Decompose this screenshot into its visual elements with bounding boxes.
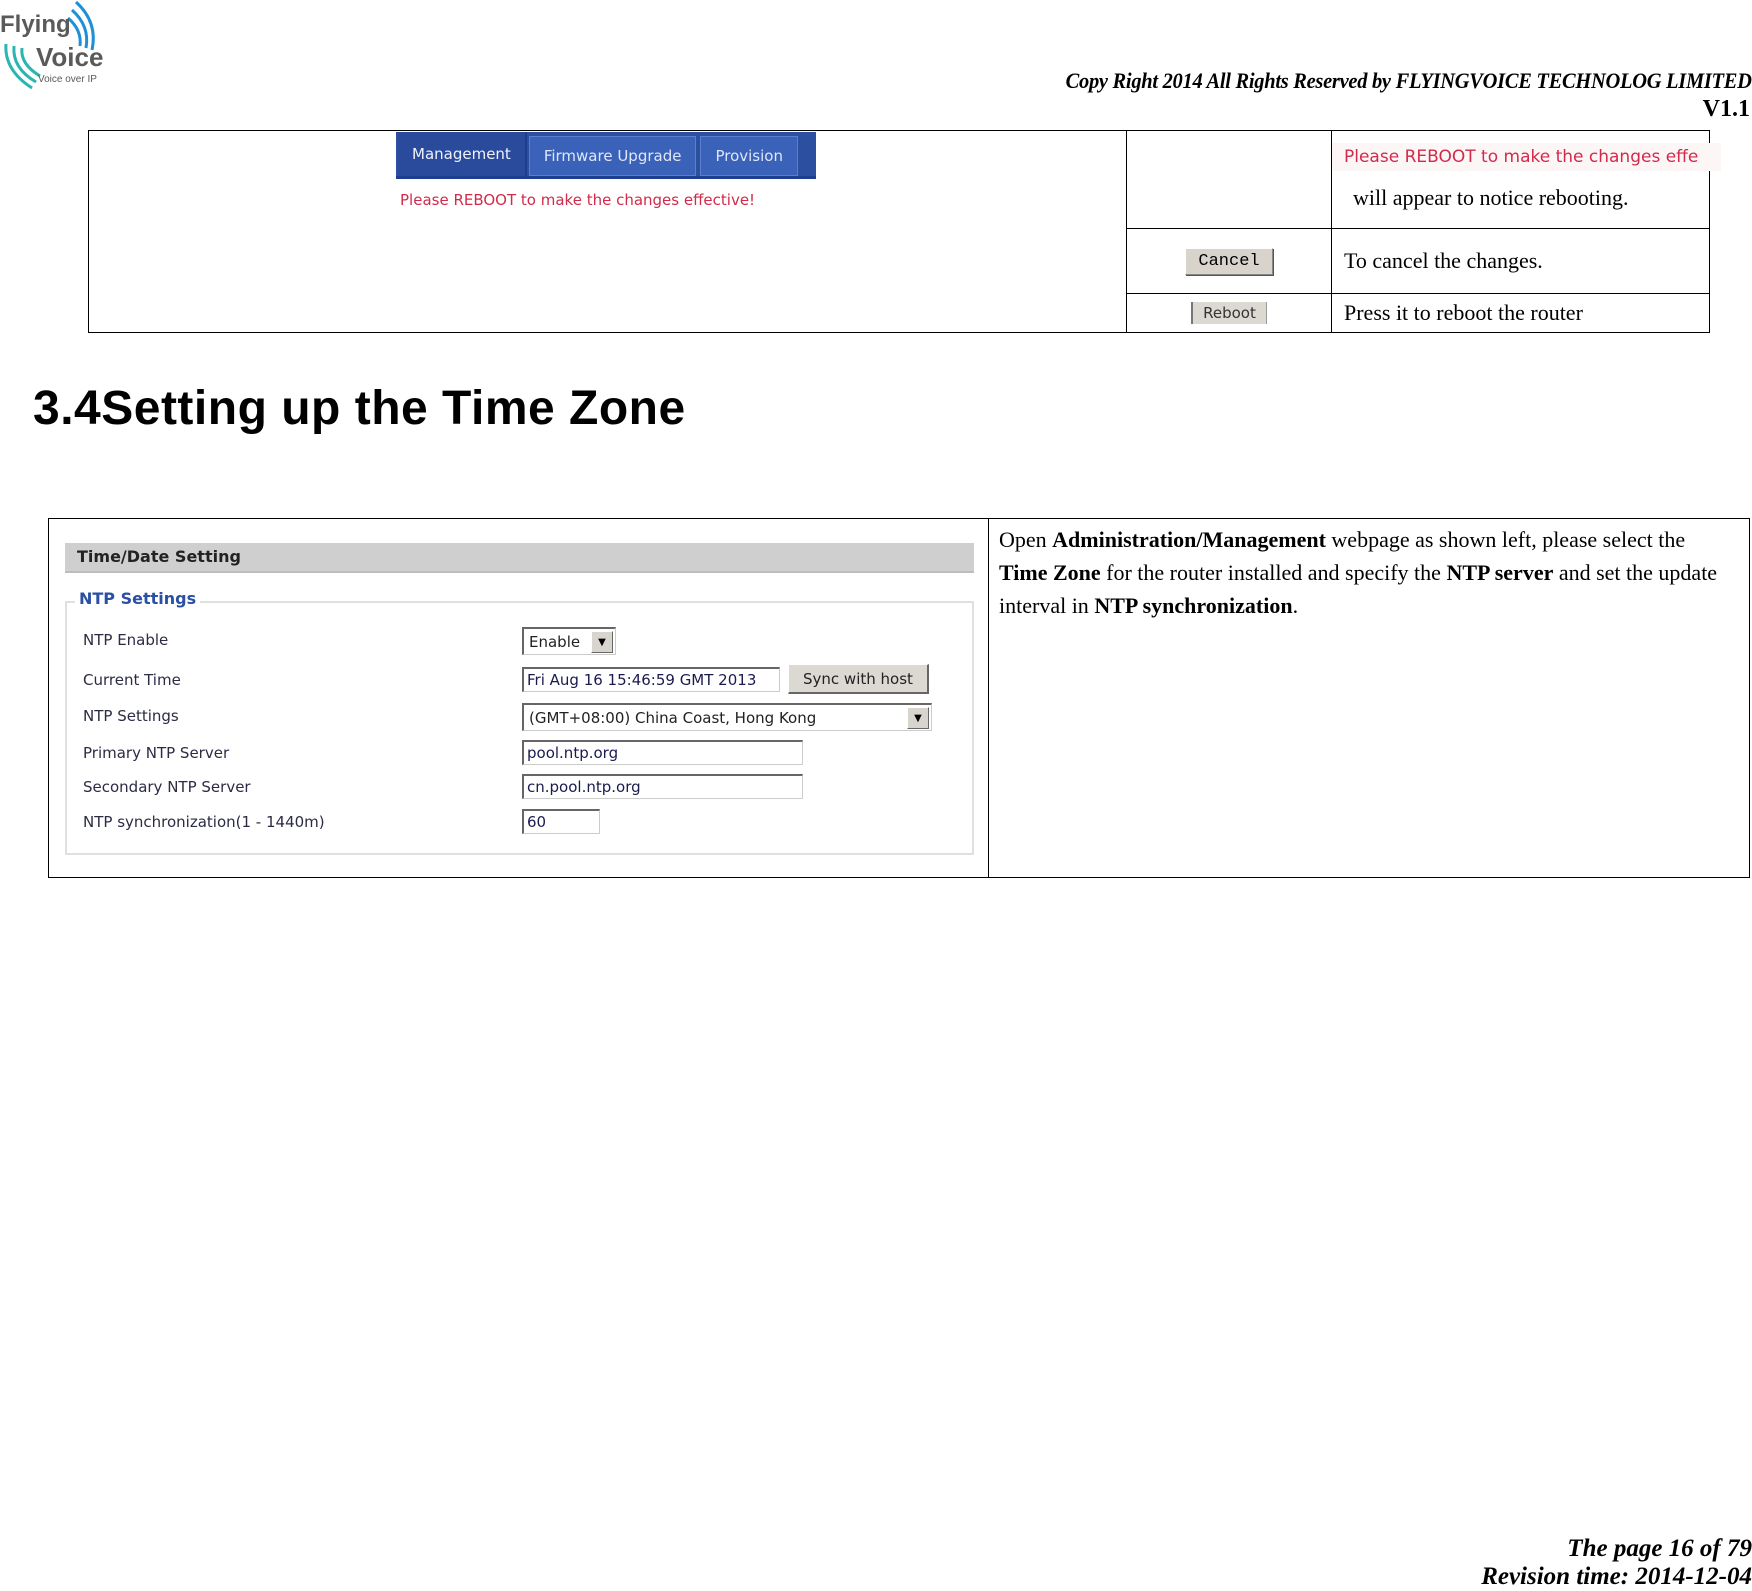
- ntp-settings-fieldset: NTP Settings NTP Enable Enable ▼ Current…: [65, 589, 974, 855]
- dropdown-arrow-icon[interactable]: ▼: [907, 707, 929, 729]
- signal-waves-icon: Flying Voice Voice over IP: [0, 0, 103, 90]
- emphasis-time-zone: Time Zone: [999, 560, 1101, 585]
- panel-title: Time/Date Setting: [65, 543, 974, 573]
- reboot-screenshot-cell: Management Firmware Upgrade Provision Pl…: [89, 131, 1127, 332]
- form-row-time-zone: NTP Settings (GMT+08:00) China Coast, Ho…: [67, 703, 972, 733]
- sync-with-host-button[interactable]: Sync with host: [788, 664, 929, 694]
- time-zone-select[interactable]: (GMT+08:00) China Coast, Hong Kong ▼: [522, 703, 932, 731]
- text: .: [1292, 593, 1299, 618]
- document-version: V1.1: [1702, 96, 1750, 122]
- table-row: Cancel To cancel the changes.: [1127, 229, 1709, 294]
- fieldset-legend: NTP Settings: [75, 589, 201, 608]
- section-number: 3.4: [33, 382, 102, 435]
- logo-tagline: Voice over IP: [38, 74, 97, 85]
- emphasis-ntp-server: NTP server: [1446, 560, 1554, 585]
- emphasis-administration-management: Administration/Management: [1052, 527, 1326, 552]
- cancel-button[interactable]: Cancel: [1185, 247, 1273, 275]
- row-description: Press it to reboot the router: [1344, 300, 1583, 325]
- tab-firmware-upgrade[interactable]: Firmware Upgrade: [528, 136, 697, 176]
- row-description: will appear to notice rebooting.: [1353, 185, 1629, 210]
- tab-provision[interactable]: Provision: [700, 136, 798, 176]
- select-value: (GMT+08:00) China Coast, Hong Kong: [529, 708, 817, 727]
- description-cell: To cancel the changes.: [1332, 229, 1709, 293]
- primary-ntp-server-input[interactable]: pool.ntp.org: [522, 740, 803, 765]
- table-row: Please REBOOT to make the changes effe w…: [1127, 131, 1721, 229]
- form-row-ntp-sync: NTP synchronization(1 - 1440m) 60: [67, 809, 972, 839]
- reboot-message-image: Please REBOOT to make the changes effe: [1332, 143, 1721, 171]
- time-date-panel: Time/Date Setting NTP Settings NTP Enabl…: [65, 543, 974, 855]
- reboot-message: Please REBOOT to make the changes effect…: [396, 179, 816, 215]
- field-label: Current Time: [83, 671, 181, 689]
- dropdown-arrow-icon[interactable]: ▼: [591, 631, 613, 653]
- form-row-secondary-ntp: Secondary NTP Server cn.pool.ntp.org: [67, 774, 972, 804]
- copyright-notice: Copy Right 2014 All Rights Reserved by F…: [1066, 68, 1752, 93]
- form-row-current-time: Current Time Fri Aug 16 15:46:59 GMT 201…: [67, 664, 972, 697]
- emphasis-ntp-synchronization: NTP synchronization: [1094, 593, 1293, 618]
- page-number: The page 16 of 79: [1567, 1535, 1752, 1562]
- row-description: To cancel the changes.: [1344, 248, 1543, 273]
- current-time-input[interactable]: Fri Aug 16 15:46:59 GMT 2013: [522, 667, 780, 692]
- reboot-button[interactable]: Reboot: [1191, 302, 1267, 324]
- text: for the router installed and specify the: [1100, 560, 1447, 585]
- tab-bar: Management Firmware Upgrade Provision: [396, 132, 816, 179]
- form-row-ntp-enable: NTP Enable Enable ▼: [67, 627, 972, 657]
- field-label: Primary NTP Server: [83, 744, 230, 762]
- field-label: NTP synchronization(1 - 1440m): [83, 813, 325, 831]
- control-cell: Cancel: [1127, 229, 1332, 293]
- logo-line2: Voice: [36, 42, 103, 72]
- tab-management[interactable]: Management: [398, 132, 527, 176]
- text: Open: [999, 527, 1053, 552]
- flyingvoice-logo: Flying Voice Voice over IP: [0, 0, 104, 90]
- time-zone-description: Open Administration/Management webpage a…: [989, 519, 1749, 622]
- secondary-ntp-server-input[interactable]: cn.pool.ntp.org: [522, 774, 803, 799]
- control-cell: [1127, 131, 1332, 228]
- form-row-primary-ntp: Primary NTP Server pool.ntp.org: [67, 740, 972, 770]
- section-title: Setting up the Time Zone: [101, 382, 686, 435]
- table-row: Reboot Press it to reboot the router: [1127, 294, 1709, 332]
- field-label: Secondary NTP Server: [83, 778, 251, 796]
- time-settings-screenshot-cell: Time/Date Setting NTP Settings NTP Enabl…: [49, 519, 989, 877]
- field-label: NTP Settings: [83, 707, 179, 725]
- field-label: NTP Enable: [83, 631, 169, 649]
- section-heading: 3.4Setting up the Time Zone: [33, 381, 686, 436]
- revision-time: Revision time: 2014-12-04: [1481, 1563, 1752, 1590]
- description-cell: Press it to reboot the router: [1332, 294, 1709, 332]
- control-cell: Reboot: [1127, 294, 1332, 332]
- time-zone-table: Time/Date Setting NTP Settings NTP Enabl…: [48, 518, 1750, 878]
- ntp-enable-select[interactable]: Enable ▼: [522, 627, 616, 655]
- description-cell: Please REBOOT to make the changes effe w…: [1332, 131, 1721, 228]
- select-value: Enable: [529, 632, 581, 651]
- logo-line1: Flying: [0, 11, 71, 38]
- ntp-sync-interval-input[interactable]: 60: [522, 809, 600, 834]
- text: webpage as shown left, please select the: [1325, 527, 1686, 552]
- reboot-table: Management Firmware Upgrade Provision Pl…: [88, 130, 1721, 333]
- management-tabs-screenshot: Management Firmware Upgrade Provision Pl…: [396, 132, 816, 215]
